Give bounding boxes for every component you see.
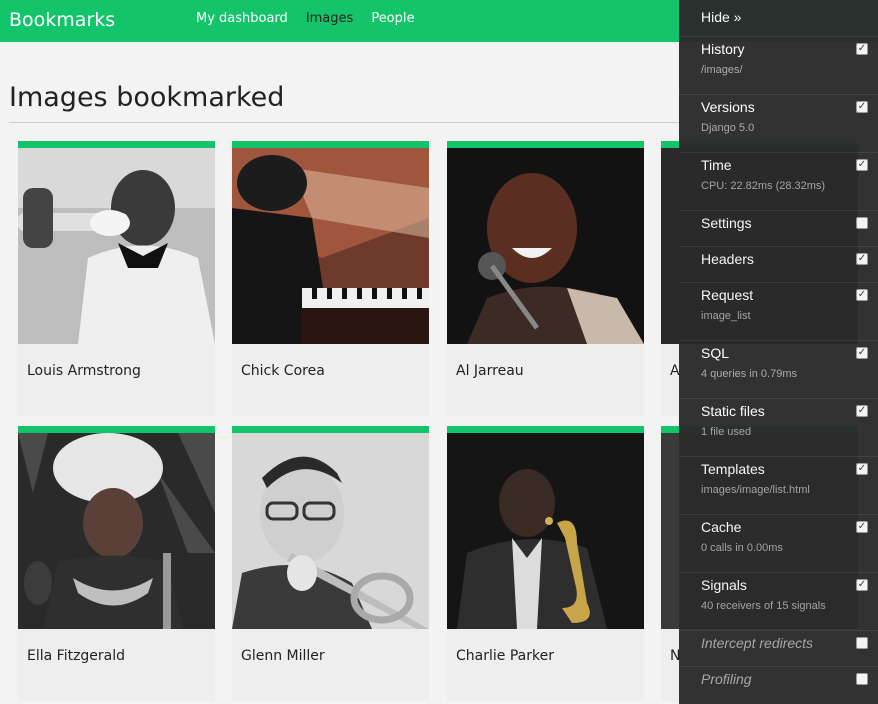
panel-subtitle: 1 file used [701, 426, 752, 438]
panel-subtitle: Django 5.0 [701, 122, 755, 134]
nav-dashboard[interactable]: My dashboard [196, 11, 288, 26]
image-card[interactable]: Glenn Miller [232, 426, 429, 701]
panel-subtitle: image_list [701, 310, 751, 322]
panel-title[interactable]: Static files [701, 403, 765, 419]
panel-signals[interactable]: Signals 40 receivers of 15 signals ✓ [679, 572, 878, 630]
panel-title[interactable]: Time [701, 157, 732, 173]
panel-versions[interactable]: Versions Django 5.0 ✓ [679, 94, 878, 152]
panel-toggle-checkbox[interactable]: ✓ [856, 579, 868, 591]
panel-title[interactable]: History [701, 41, 745, 57]
panel-subtitle: 4 queries in 0.79ms [701, 368, 797, 380]
panel-subtitle: 0 calls in 0.00ms [701, 542, 783, 554]
panel-toggle-checkbox[interactable]: ✓ [856, 405, 868, 417]
panel-toggle-checkbox[interactable]: ✓ [856, 289, 868, 301]
panel-title[interactable]: Headers [701, 251, 754, 267]
panel-subtitle: images/image/list.html [701, 484, 810, 496]
panel-sql[interactable]: SQL 4 queries in 0.79ms ✓ [679, 340, 878, 398]
panel-toggle-checkbox[interactable]: ✓ [856, 159, 868, 171]
image-card[interactable]: Chick Corea [232, 141, 429, 416]
panel-title[interactable]: Signals [701, 577, 747, 593]
panel-headers[interactable]: Headers ✓ [679, 246, 878, 282]
card-caption[interactable]: Louis Armstrong [27, 363, 141, 379]
panel-title[interactable]: Request [701, 287, 753, 303]
panel-toggle-checkbox[interactable]: ✓ [856, 253, 868, 265]
photo-chick-corea[interactable] [232, 148, 429, 344]
card-caption[interactable]: Al Jarreau [456, 363, 524, 379]
panel-profiling[interactable]: Profiling [679, 666, 878, 704]
nav-people[interactable]: People [371, 11, 414, 26]
photo-charlie-parker[interactable] [447, 433, 644, 629]
panel-time[interactable]: Time CPU: 22.82ms (28.32ms) ✓ [679, 152, 878, 210]
debug-toolbar: Hide » History /images/ ✓ Versions Djang… [679, 0, 878, 704]
main-nav: My dashboard Images People [196, 11, 433, 26]
panel-title[interactable]: Cache [701, 519, 741, 535]
image-card[interactable]: Al Jarreau [447, 141, 644, 416]
panel-title[interactable]: Versions [701, 99, 755, 115]
panel-toggle-checkbox[interactable]: ✓ [856, 463, 868, 475]
panel-title[interactable]: SQL [701, 345, 729, 361]
image-card[interactable]: Ella Fitzgerald [18, 426, 215, 701]
photo-al-jarreau[interactable] [447, 148, 644, 344]
panel-title[interactable]: Profiling [701, 671, 752, 687]
card-caption[interactable]: Glenn Miller [241, 648, 325, 664]
card-caption[interactable]: Ella Fitzgerald [27, 648, 125, 664]
panel-history[interactable]: History /images/ ✓ [679, 36, 878, 94]
nav-images[interactable]: Images [306, 11, 354, 26]
page-title: Images bookmarked [9, 82, 285, 113]
panel-title[interactable]: Settings [701, 215, 752, 231]
panel-settings[interactable]: Settings [679, 210, 878, 246]
panel-intercept-redirects[interactable]: Intercept redirects [679, 630, 878, 666]
image-card[interactable]: Louis Armstrong [18, 141, 215, 416]
panel-cache[interactable]: Cache 0 calls in 0.00ms ✓ [679, 514, 878, 572]
photo-glenn-miller[interactable] [232, 433, 429, 629]
panel-subtitle: /images/ [701, 64, 743, 76]
panel-toggle-checkbox[interactable] [856, 673, 868, 685]
panel-templates[interactable]: Templates images/image/list.html ✓ [679, 456, 878, 514]
panel-title[interactable]: Templates [701, 461, 765, 477]
panel-toggle-checkbox[interactable] [856, 217, 868, 229]
image-card[interactable]: Charlie Parker [447, 426, 644, 701]
panel-toggle-checkbox[interactable] [856, 637, 868, 649]
card-caption[interactable]: Chick Corea [241, 363, 325, 379]
panel-static-files[interactable]: Static files 1 file used ✓ [679, 398, 878, 456]
photo-louis-armstrong[interactable] [18, 148, 215, 344]
title-divider [9, 122, 699, 123]
photo-ella-fitzgerald[interactable] [18, 433, 215, 629]
hide-toolbar-button[interactable]: Hide » [701, 9, 741, 25]
card-caption[interactable]: Charlie Parker [456, 648, 554, 664]
brand-logo[interactable]: Bookmarks [9, 9, 115, 31]
panel-subtitle: 40 receivers of 15 signals [701, 600, 826, 612]
panel-toggle-checkbox[interactable]: ✓ [856, 347, 868, 359]
panel-toggle-checkbox[interactable]: ✓ [856, 101, 868, 113]
panel-toggle-checkbox[interactable]: ✓ [856, 521, 868, 533]
panel-request[interactable]: Request image_list ✓ [679, 282, 878, 340]
panel-toggle-checkbox[interactable]: ✓ [856, 43, 868, 55]
panel-title[interactable]: Intercept redirects [701, 635, 813, 651]
panel-subtitle: CPU: 22.82ms (28.32ms) [701, 180, 826, 192]
